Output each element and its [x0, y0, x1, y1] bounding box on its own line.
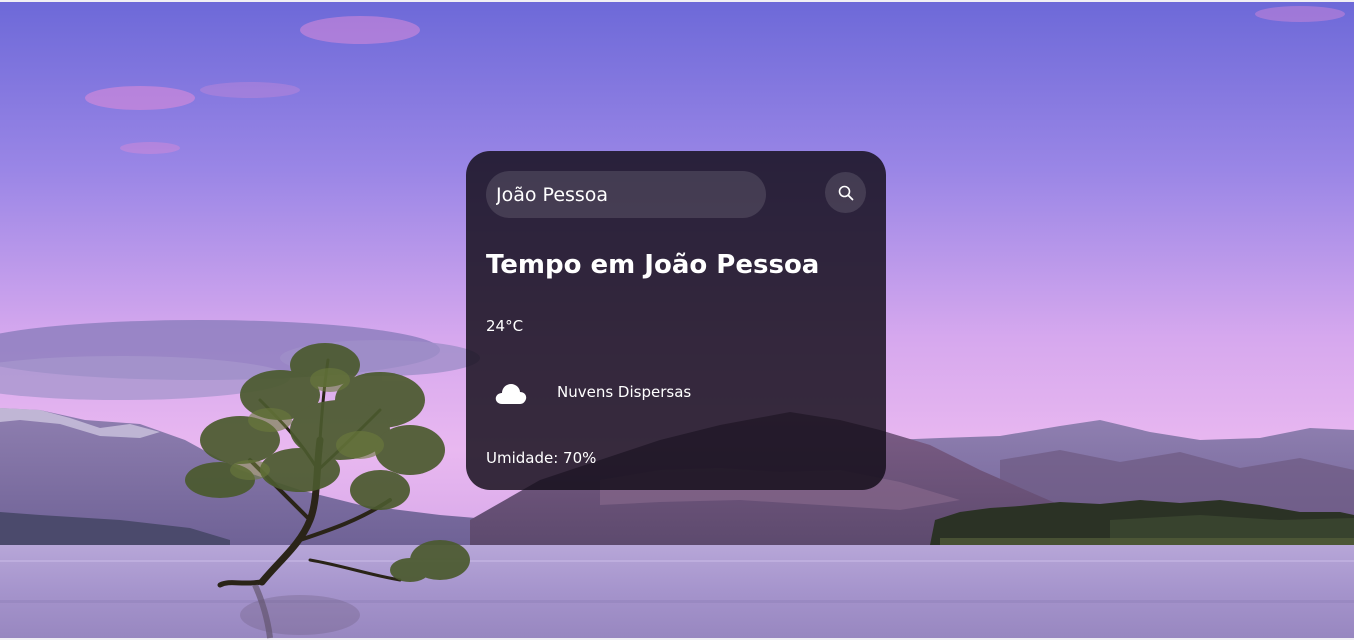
- city-search-input[interactable]: [486, 171, 766, 218]
- humidity-value: Umidade: 70%: [486, 449, 597, 467]
- search-button[interactable]: [825, 172, 866, 213]
- temperature-value: 24°C: [486, 317, 524, 335]
- weather-title: Tempo em João Pessoa: [486, 250, 820, 280]
- search-bar: [486, 171, 866, 218]
- weather-description: Nuvens Dispersas: [557, 383, 692, 401]
- cloud-icon: [495, 384, 527, 404]
- search-icon: [838, 185, 853, 200]
- weather-card: Tempo em João Pessoa 24°C Nuvens Dispers…: [466, 151, 886, 490]
